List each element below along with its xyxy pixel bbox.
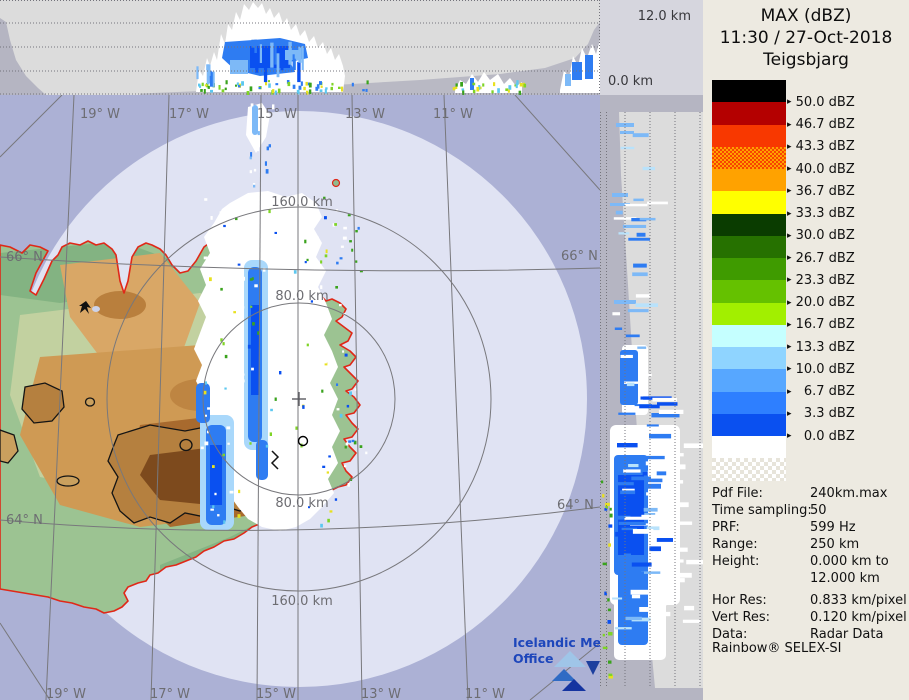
product-title: MAX (dBZ) — [760, 6, 852, 26]
lon-label-top: 13° W — [345, 107, 385, 122]
colorbar-band — [712, 235, 786, 258]
colorbar-band — [712, 280, 786, 303]
colorbar-band — [712, 458, 786, 481]
colorbar-band — [712, 169, 786, 192]
colorbar-band — [712, 102, 786, 125]
colorbar-band — [712, 436, 786, 459]
top-profile-canvas — [0, 0, 600, 95]
dbz-threshold-label: ▸ 3.3 dBZ — [787, 406, 855, 422]
dbz-threshold-label: ▸ 23.3 dBZ — [787, 272, 855, 288]
dbz-threshold-label: ▸ 40.0 dBZ — [787, 161, 855, 177]
tick-arrow-icon: ▸ — [787, 431, 792, 441]
legend-sidebar: MAX (dBZ) 11:30 / 27-Oct-2018 Teigsbjarg… — [703, 0, 909, 700]
lon-label-bottom: 11° W — [465, 687, 505, 700]
lon-label-top: 17° W — [169, 107, 209, 122]
tick-arrow-icon: ▸ — [787, 319, 792, 330]
info-row: Pdf File: 240km.max — [712, 486, 888, 501]
dbz-threshold-label: ▸ 16.7 dBZ — [787, 317, 855, 333]
ring-label-160-bottom: 160.0 km — [271, 594, 333, 609]
right-panel-top-band — [600, 95, 703, 112]
right-profile-canvas — [600, 95, 703, 700]
dbz-colorbar — [712, 80, 786, 481]
info-row: Vert Res: 0.120 km/pixel — [712, 610, 907, 625]
dbz-threshold-label: ▸ 43.3 dBZ — [787, 139, 855, 155]
tick-arrow-icon: ▸ — [787, 386, 792, 397]
colorbar-band — [712, 347, 786, 370]
left-blockage-wedge — [0, 18, 46, 95]
dbz-threshold-label: ▸ 26.7 dBZ — [787, 250, 855, 266]
dbz-threshold-label: ▸ 6.7 dBZ — [787, 384, 855, 399]
colorbar-band — [712, 258, 786, 281]
dbz-threshold-label: ▸ 20.0 dBZ — [787, 295, 855, 310]
lat-label-right: 66° N — [561, 249, 598, 264]
right-height-profile-panel[interactable] — [600, 95, 703, 700]
ring-label-80-top: 80.0 km — [275, 289, 328, 304]
tick-arrow-icon: ▸ — [787, 297, 792, 308]
colorbar-band — [712, 369, 786, 392]
height-axis-max-label: 12.0 km — [637, 9, 691, 24]
colorbar-band — [712, 213, 786, 236]
island — [331, 178, 341, 188]
tick-arrow-icon: ▸ — [787, 230, 792, 241]
lon-label-bottom: 15° W — [256, 687, 296, 700]
colorbar-band — [712, 324, 786, 347]
lon-label-top: 11° W — [433, 107, 473, 122]
colorbar-band — [712, 124, 786, 147]
dbz-threshold-label: ▸ 33.3 dBZ — [787, 206, 855, 221]
right-panel-bottom-band — [600, 688, 703, 700]
tick-arrow-icon: ▸ — [787, 408, 792, 419]
product-timestamp: 11:30 / 27-Oct-2018 — [719, 28, 893, 48]
colorbar-band — [712, 391, 786, 414]
tick-arrow-icon: ▸ — [787, 208, 792, 219]
ring-label-160-top: 160.0 km — [271, 195, 333, 210]
radar-map-canvas: 19° W 17° W 15° W 13° W 11° W 19° W 17° … — [0, 95, 600, 700]
software-brand: Rainbow® SELEX-SI — [712, 641, 842, 656]
dbz-threshold-label: ▸ 46.7 dBZ — [787, 117, 855, 132]
dbz-threshold-label: ▸ 13.3 dBZ — [787, 339, 855, 355]
colorbar-band — [712, 302, 786, 325]
lon-label-bottom: 13° W — [361, 687, 401, 700]
dbz-threshold-label: ▸ 36.7 dBZ — [787, 183, 855, 199]
top-height-profile-panel[interactable] — [0, 0, 600, 95]
info-row: Hor Res: 0.833 km/pixel — [712, 593, 907, 608]
colorbar-band — [712, 80, 786, 103]
height-axis-min-label: 0.0 km — [608, 74, 653, 89]
imo-logo-text-line1: Icelandic Met — [513, 635, 600, 650]
lon-label-bottom: 19° W — [46, 687, 86, 700]
colorbar-band — [712, 146, 786, 169]
dbz-threshold-label: ▸ 30.0 dBZ — [787, 228, 855, 244]
info-row: 12.000 km — [810, 571, 880, 586]
info-row: Time sampling: 50 — [712, 503, 827, 518]
lon-label-top: 19° W — [80, 107, 120, 122]
lat-label-left: 64° N — [6, 513, 43, 528]
tick-arrow-icon: ▸ — [787, 164, 792, 174]
station-name: Teigsbjarg — [763, 50, 849, 70]
colorbar-band — [712, 413, 786, 436]
tick-arrow-icon: ▸ — [787, 186, 792, 197]
lat-label-left: 66° N — [6, 250, 43, 265]
info-row: Range: 250 km — [712, 537, 860, 552]
dbz-threshold-label: ▸ 50.0 dBZ — [787, 94, 855, 110]
dbz-threshold-label: ▸ 10.0 dBZ — [787, 361, 855, 377]
tick-arrow-icon: ▸ — [787, 141, 792, 152]
imo-logo-text-line2: Office — [513, 651, 553, 666]
colorbar-band — [712, 191, 786, 214]
height-axis-corner: 12.0 km 0.0 km — [600, 0, 703, 95]
lon-label-bottom: 17° W — [150, 687, 190, 700]
lat-label-right: 64° N — [557, 498, 594, 513]
tick-arrow-icon: ▸ — [787, 253, 792, 263]
tick-arrow-icon: ▸ — [787, 275, 792, 286]
info-row: Height: 0.000 km to — [712, 554, 889, 569]
info-row: PRF: 599 Hz — [712, 520, 856, 535]
ring-label-80-bottom: 80.0 km — [275, 496, 328, 511]
tick-arrow-icon: ▸ — [787, 97, 792, 108]
tick-arrow-icon: ▸ — [787, 119, 792, 130]
radar-map-viewport[interactable]: 19° W 17° W 15° W 13° W 11° W 19° W 17° … — [0, 95, 600, 700]
radar-app-window: 12.0 km 0.0 km 19° W 17° W 15° W 13° W 1… — [0, 0, 909, 700]
tick-arrow-icon: ▸ — [787, 342, 792, 352]
tick-arrow-icon: ▸ — [787, 364, 792, 375]
product-info-table: Pdf File: 240km.max Time sampling: 50 PRF: 59… — [712, 486, 907, 644]
lon-label-top: 15° W — [257, 107, 297, 122]
dbz-threshold-label: ▸ 0.0 dBZ — [787, 428, 855, 444]
